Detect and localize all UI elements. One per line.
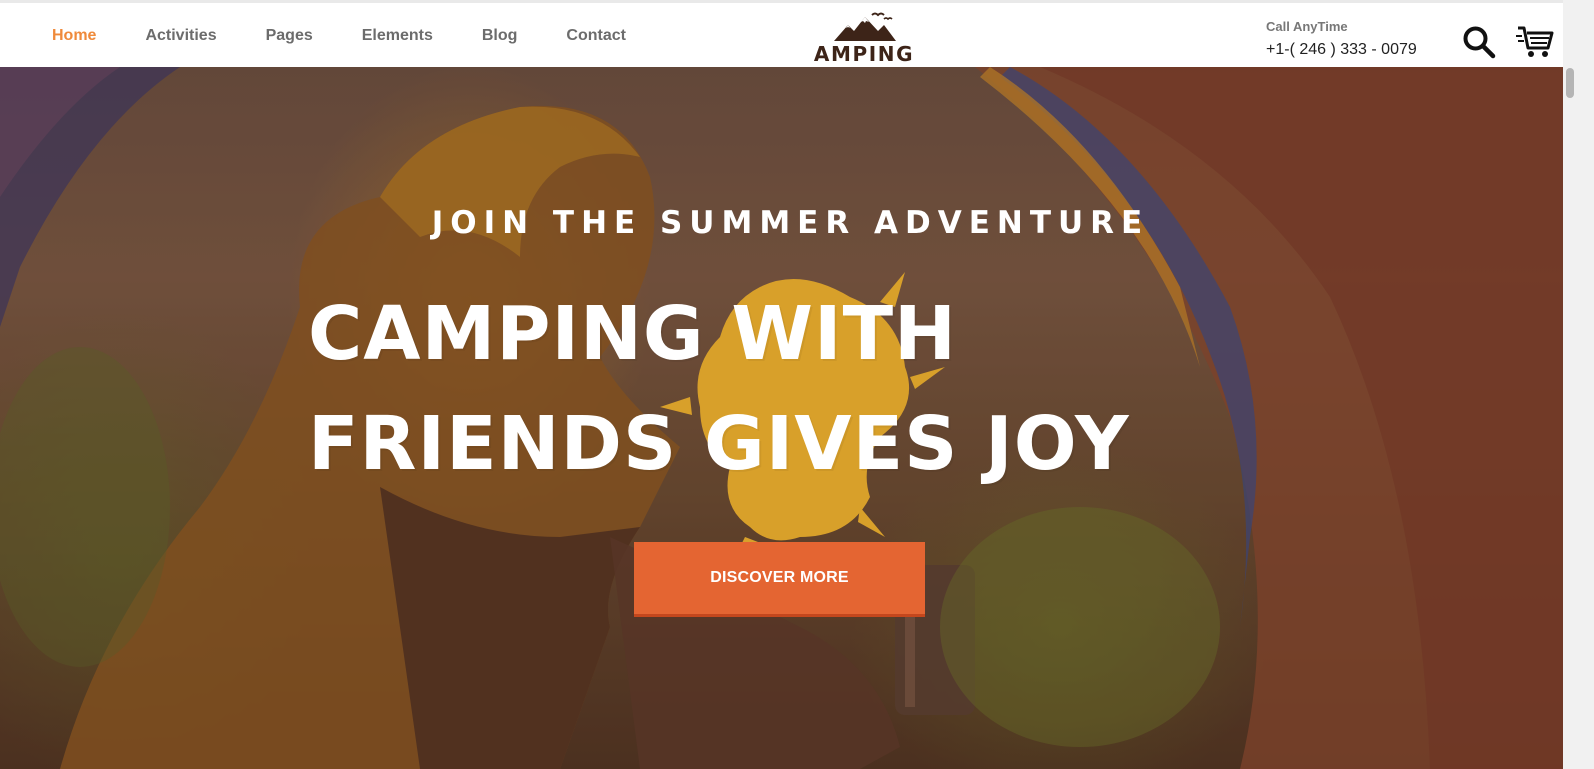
site-header: Home Activities Pages Elements Blog Cont… (0, 3, 1563, 67)
nav-item-activities[interactable]: Activities (145, 27, 216, 45)
hero-subtitle: JOIN THE SUMMER ADVENTURE (431, 205, 1150, 241)
nav-item-blog[interactable]: Blog (482, 27, 518, 45)
main-nav: Home Activities Pages Elements Blog Cont… (52, 27, 675, 45)
phone-number[interactable]: +1-( 246 ) 333 - 0079 (1266, 41, 1417, 59)
nav-item-pages[interactable]: Pages (266, 27, 313, 45)
logo-text: AMPING (813, 42, 915, 66)
search-icon (1463, 26, 1496, 59)
nav-item-contact[interactable]: Contact (566, 27, 626, 45)
scrollbar-track[interactable] (1563, 0, 1594, 769)
scrollbar-thumb[interactable] (1566, 68, 1574, 98)
call-info: Call AnyTime +1-( 246 ) 333 - 0079 (1266, 19, 1417, 59)
hero-banner: JOIN THE SUMMER ADVENTURE CAMPING WITH F… (0, 67, 1563, 769)
cart-icon (1516, 26, 1554, 57)
discover-more-button[interactable]: DISCOVER MORE (634, 542, 925, 617)
cart-button[interactable] (1516, 24, 1554, 60)
site-logo[interactable]: AMPING (812, 11, 916, 69)
hero-headline-line2: FRIENDS GIVES JOY (308, 401, 1130, 487)
mountain-logo-icon (834, 12, 896, 41)
nav-item-elements[interactable]: Elements (362, 27, 433, 45)
call-label: Call AnyTime (1266, 19, 1348, 34)
nav-item-home[interactable]: Home (52, 27, 96, 45)
hero-headline-line1: CAMPING WITH (308, 291, 957, 377)
search-button[interactable] (1462, 25, 1496, 59)
